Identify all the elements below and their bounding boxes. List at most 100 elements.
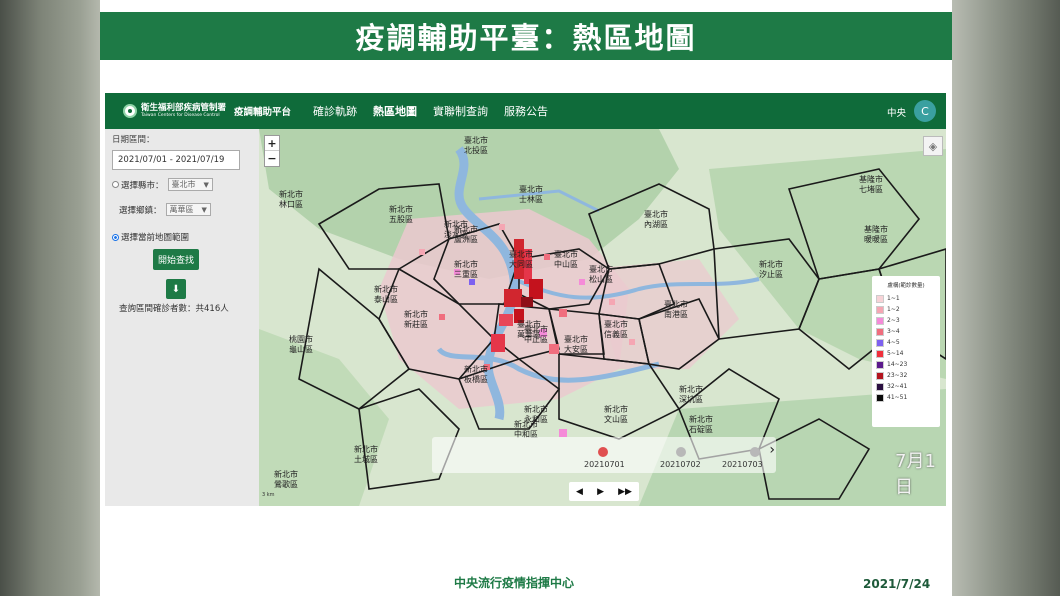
county-label: 選擇縣市： — [121, 180, 164, 191]
fast-forward-icon[interactable]: ▶▶ — [618, 487, 632, 497]
download-icon: ⬇ — [171, 283, 181, 295]
legend-row: 1~2 — [876, 304, 936, 315]
county-select-value: 臺北市 — [171, 180, 196, 189]
district-label: 中正區 — [524, 334, 548, 344]
search-button[interactable]: 開始查找 — [153, 249, 199, 270]
legend-row: 5~14 — [876, 348, 936, 359]
district-label: 新北市 — [759, 259, 783, 269]
district-label: 七堵區 — [859, 184, 883, 194]
date-range-label: 日期區間： — [112, 135, 155, 145]
map-range-radio[interactable] — [112, 233, 119, 241]
nav-item-announcements[interactable]: 服務公告 — [504, 103, 548, 119]
legend-swatch — [876, 316, 884, 325]
district-label: 蘆洲區 — [454, 234, 478, 244]
timeline-dot[interactable] — [750, 447, 760, 457]
district-label: 大同區 — [509, 259, 533, 269]
layers-button[interactable]: ◈ — [923, 136, 943, 156]
district-label: 士林區 — [519, 194, 543, 204]
legend-label: 4~5 — [887, 339, 900, 346]
timeline-dot-active[interactable] — [598, 447, 608, 457]
prev-icon[interactable]: ◀ — [576, 487, 583, 497]
district-select[interactable]: 萬華區 ▼ — [165, 203, 211, 216]
play-icon[interactable]: ▶ — [597, 487, 604, 497]
legend-label: 41~51 — [887, 394, 908, 401]
timeline-date: 20210701 — [584, 460, 625, 469]
avatar[interactable]: C — [914, 100, 936, 122]
legend-swatch — [876, 371, 884, 380]
map-range-label: 選擇當前地圖範圍 — [121, 233, 190, 243]
legend-swatch — [876, 349, 884, 358]
district-label: 新北市 — [354, 444, 378, 454]
zoom-in-button[interactable]: + — [265, 136, 279, 151]
district-label: 基隆市 — [859, 174, 883, 184]
district-label: 基隆市 — [864, 224, 888, 234]
legend-swatch — [876, 305, 884, 314]
district-label: 選擇鄉鎮： — [119, 205, 162, 216]
county-radio[interactable] — [112, 181, 119, 188]
district-label: 板橋區 — [464, 374, 488, 384]
legend-swatch — [876, 294, 884, 303]
district-label: 臺北市 — [509, 249, 533, 259]
legend-label: 1~1 — [887, 295, 900, 302]
district-label: 新北市 — [454, 259, 478, 269]
legend-rows: 1~1 1~2 2~3 3~4 4~5 5~14 14~23 23~32 32~41 41~51 — [876, 293, 936, 403]
district-label: 五股區 — [389, 215, 413, 224]
legend-label: 1~2 — [887, 306, 900, 313]
background-left — [0, 0, 100, 596]
district-label: 臺北市 — [589, 264, 613, 274]
layers-icon: ◈ — [928, 139, 938, 153]
county-select[interactable]: 臺北市 ▼ — [167, 178, 213, 191]
district-label: 新北市 — [514, 419, 538, 429]
district-label: 中山區 — [554, 259, 578, 269]
legend-label: 14~23 — [887, 361, 908, 368]
district-label: 石碇區 — [689, 424, 713, 434]
district-label: 新北市 — [374, 284, 398, 294]
map-legend: 盧構(範診數量) 1~1 1~2 2~3 3~4 4~5 5~14 14~23 23~32 32… — [872, 276, 940, 427]
district-label: 臺北市 — [604, 319, 628, 329]
district-label: 信義區 — [604, 329, 628, 339]
district-label: 新北市 — [604, 404, 628, 414]
district-label: 內湖區 — [644, 220, 668, 229]
nav-item-checkin-query[interactable]: 實聯制查詢 — [433, 103, 488, 119]
district-label: 新北市 — [524, 404, 548, 414]
platform-name: 疫調輔助平台 — [234, 107, 292, 118]
download-button[interactable]: ⬇ — [166, 279, 186, 299]
timeline-dot[interactable] — [676, 447, 686, 457]
zoom-out-button[interactable]: − — [265, 151, 279, 166]
nav-item-heatmap[interactable]: 熱區地圖 — [373, 103, 417, 119]
nav-item-trajectory[interactable]: 確診軌跡 — [313, 103, 357, 119]
legend-label: 32~41 — [887, 383, 908, 390]
legend-label: 5~14 — [887, 350, 904, 357]
legend-swatch — [876, 338, 884, 347]
district-label: 三重區 — [454, 269, 478, 279]
heatmap-map[interactable]: 臺北市 北投區 新北市 淡水區 新北市 林口區 新北市 五股區 新北市 蘆洲區 新北市 三重區 臺北市士… — [259, 129, 946, 506]
date-range-input[interactable]: 2021/07/01 - 2021/07/19 — [112, 150, 240, 170]
logo-name: 衛生福利部疾病管制署 — [141, 103, 227, 113]
district-label: 汐止區 — [759, 269, 783, 279]
district-label: 新北市 — [274, 469, 298, 479]
district-label: 臺北市 — [644, 209, 668, 219]
map-range-row: 選擇當前地圖範圍 — [112, 231, 189, 243]
legend-label: 23~32 — [887, 372, 908, 379]
district-label: 松山區 — [589, 274, 613, 284]
legend-swatch — [876, 327, 884, 336]
nav-menu: 確診軌跡 熱區地圖 實聯制查詢 服務公告 — [313, 103, 564, 119]
district-label: 新北市 — [689, 414, 713, 424]
chevron-right-icon[interactable]: › — [769, 442, 775, 458]
cdc-logo[interactable]: 衛生福利部疾病管制署 Taiwan Centers for Disease Co… — [123, 103, 226, 119]
top-navbar: 衛生福利部疾病管制署 Taiwan Centers for Disease Co… — [105, 93, 946, 129]
current-date-overlay: 7月1日 — [895, 451, 936, 498]
legend-title: 盧構(範診數量) — [887, 283, 925, 289]
district-label: 新莊區 — [404, 319, 428, 329]
district-label: 臺北市 — [524, 324, 548, 334]
district-label: 新北市 — [404, 309, 428, 319]
timeline-slider[interactable]: 20210701 20210702 20210703 › — [432, 437, 776, 473]
district-label: 龜山區 — [289, 344, 313, 354]
district-row: 選擇鄉鎮： 萬華區 ▼ — [119, 203, 211, 216]
zoom-control: + − — [264, 135, 280, 167]
timeline-date: 20210702 — [660, 460, 701, 469]
legend-label: 3~4 — [887, 328, 900, 335]
slide-title: 疫調輔助平臺：熱區地圖 — [355, 21, 697, 55]
district-label: 暖暖區 — [864, 235, 888, 244]
district-label: 臺北市 — [564, 334, 588, 344]
